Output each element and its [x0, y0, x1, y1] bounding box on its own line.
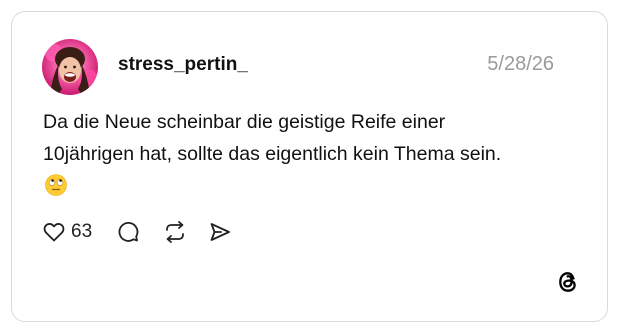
heart-icon [43, 223, 65, 242]
like-count: 63 [71, 221, 93, 242]
comment-icon [118, 222, 139, 242]
eye-roll-emoji-icon [45, 174, 67, 196]
threads-logo-icon[interactable] [555, 269, 581, 295]
post-date: 5/28/26 [487, 53, 554, 75]
like-button[interactable]: 63 [42, 220, 116, 244]
reply-button[interactable] [116, 220, 140, 244]
share-button[interactable] [208, 220, 232, 244]
repost-icon [166, 221, 185, 243]
post-body: Da die Neue scheinbar die geistige Reife… [43, 111, 502, 165]
repost-button[interactable] [162, 220, 188, 244]
username[interactable]: stress_pertin_ [118, 54, 248, 76]
post-actions: 63 [42, 220, 232, 244]
send-icon [210, 223, 231, 241]
avatar[interactable] [42, 39, 98, 95]
post-text: Da die Neue scheinbar die geistige Reife… [43, 106, 523, 202]
post-card: stress_pertin_ 5/28/26 Da die Neue schei… [11, 11, 608, 322]
